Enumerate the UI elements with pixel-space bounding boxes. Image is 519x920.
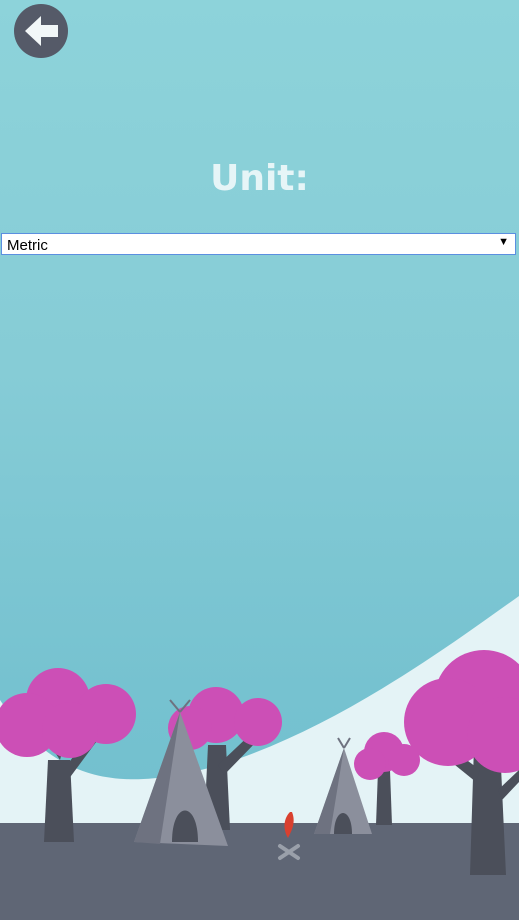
unit-select-value: Metric	[7, 237, 48, 254]
arrow-left-icon	[25, 16, 58, 46]
unit-select[interactable]: Metric ▼	[1, 233, 516, 255]
landscape-illustration	[0, 596, 519, 920]
back-button[interactable]	[14, 4, 68, 58]
ground	[0, 823, 519, 920]
unit-title: Unit:	[210, 158, 309, 199]
dropdown-arrow-icon: ▼	[498, 236, 509, 248]
